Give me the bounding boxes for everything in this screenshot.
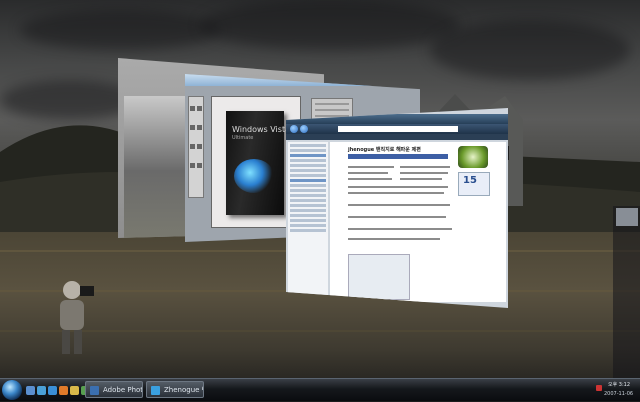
tray-icon[interactable] [596,385,602,391]
media-player-icon[interactable] [59,386,68,395]
task-photoshop[interactable]: Adobe Photoshop [85,381,143,398]
tool-icon[interactable] [190,106,195,111]
cloud [430,20,630,80]
browser-menubar[interactable] [286,134,508,140]
taskbar: Adobe Photoshop Zhenogue 밴직지로 ... 오후 3:1… [0,378,640,401]
post-thumbnail[interactable] [348,254,410,300]
photoshop-icon [90,386,99,395]
tool-icon[interactable] [197,125,202,130]
internet-explorer-icon [151,386,160,395]
box-title: Windows Vista [232,125,290,134]
system-tray[interactable]: 오후 3:12 2007-11-06 [590,381,640,399]
calendar-day: 15 [463,175,477,186]
box-subtitle: Ultimate [232,135,254,141]
blog-sidebar[interactable] [288,142,328,302]
product-box-image: Windows Vista Ultimate [226,111,290,215]
back-icon[interactable] [290,125,298,133]
clock-time[interactable]: 오후 3:12 [608,381,630,388]
internet-explorer-icon[interactable] [48,386,57,395]
tool-icon[interactable] [190,163,195,168]
site-nav-bar[interactable] [348,154,448,159]
clock-date[interactable]: 2007-11-06 [604,391,633,397]
cloud [20,10,220,50]
sidebar-gadgets [613,206,640,378]
cloud [200,0,460,50]
tool-icon[interactable] [190,125,195,130]
forward-icon[interactable] [300,125,308,133]
calendar-gadget-icon [616,208,638,226]
tool-icon[interactable] [190,144,195,149]
tool-icon[interactable] [197,106,202,111]
calendar-gadget: 15 [458,172,490,196]
task-label: Adobe Photoshop [103,386,143,394]
switch-windows-icon[interactable] [37,386,46,395]
blog-page[interactable]: jhenogue 밴직지로 해파운 제편 15 [330,142,506,302]
desktop: Windows Vista Ultimate jhenogue 밴직지로 해파운… [0,0,640,378]
task-browser[interactable]: Zhenogue 밴직지로 ... [146,381,204,398]
child-with-camera [60,281,94,354]
task-label: Zhenogue 밴직지로 ... [164,386,203,394]
explorer-icon[interactable] [70,386,79,395]
browser-window[interactable]: jhenogue 밴직지로 해파운 제편 15 [286,108,508,308]
site-title: jhenogue 밴직지로 해파운 제편 [348,147,421,153]
photo-preview [124,96,194,238]
clock-gadget [458,146,488,168]
start-button[interactable] [2,380,22,400]
vista-logo-icon [234,159,274,193]
quick-launch [25,383,91,397]
tool-icon[interactable] [197,163,202,168]
show-desktop-icon[interactable] [26,386,35,395]
address-bar[interactable] [338,126,458,132]
tool-icon[interactable] [197,144,202,149]
photoshop-toolbox[interactable] [188,96,204,198]
